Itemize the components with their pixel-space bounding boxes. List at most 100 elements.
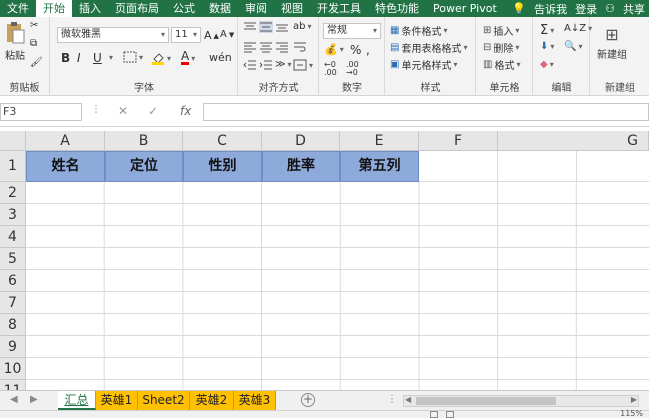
grow-font-icon[interactable]: A ▲ <box>204 29 219 42</box>
font-color-icon[interactable]: A ▾ <box>181 50 195 65</box>
number-format-select[interactable]: 常规 ▾ <box>323 23 381 39</box>
sort-filter-icon[interactable]: A↓Z ▾ <box>564 23 592 34</box>
italic-button[interactable]: I <box>77 51 81 65</box>
cell-b1[interactable]: 定位 <box>105 151 183 182</box>
underline-dropdown-icon[interactable]: ▾ <box>109 53 113 62</box>
row-header-5[interactable]: 5 <box>0 248 26 270</box>
align-left-icon[interactable] <box>243 41 257 53</box>
font-name-select[interactable]: 微软雅黑 ▾ <box>57 27 169 43</box>
row-header-7[interactable]: 7 <box>0 292 26 314</box>
zoom-level[interactable]: 115% <box>620 409 643 418</box>
enter-icon[interactable]: ✓ <box>148 104 158 118</box>
cell-c1[interactable]: 性别 <box>183 151 262 182</box>
underline-button[interactable]: U <box>93 51 102 65</box>
borders-icon[interactable]: ▾ <box>123 51 143 63</box>
increase-indent-icon[interactable] <box>259 59 273 71</box>
increase-decimal-icon[interactable]: ←0.00 <box>324 61 337 77</box>
align-center-icon[interactable] <box>259 41 273 53</box>
decrease-decimal-icon[interactable]: .00 →0 <box>346 61 359 77</box>
tab-power-pivot[interactable]: Power Pivot <box>426 0 504 17</box>
horizontal-scrollbar[interactable]: ◀ ▶ <box>403 395 639 407</box>
normal-view-icon[interactable] <box>430 411 438 418</box>
tab-features[interactable]: 特色功能 <box>368 0 426 17</box>
copy-icon[interactable]: ⧉ <box>30 38 37 49</box>
conditional-format-button[interactable]: ▦ 条件格式 ▾ <box>390 23 447 38</box>
row-header-6[interactable]: 6 <box>0 270 26 292</box>
format-as-table-button[interactable]: ▤ 套用表格格式 ▾ <box>390 40 467 55</box>
page-layout-icon[interactable] <box>446 411 454 418</box>
format-cells-button[interactable]: ▥ 格式 ▾ <box>483 57 520 72</box>
row-header-8[interactable]: 8 <box>0 314 26 336</box>
wrap-text-icon[interactable] <box>293 41 307 53</box>
row-header-2[interactable]: 2 <box>0 182 26 204</box>
sheet-tab-hero3[interactable]: 英雄3 <box>234 391 276 410</box>
cell-d1[interactable]: 胜率 <box>262 151 340 182</box>
sheet-tab-hero2[interactable]: 英雄2 <box>190 391 234 410</box>
comma-style-icon[interactable]: , <box>366 43 370 57</box>
row-header-10[interactable]: 10 <box>0 358 26 380</box>
tab-view[interactable]: 视图 <box>274 0 310 17</box>
paste-button[interactable]: 粘贴 <box>4 21 26 62</box>
sheet-tab-hero1[interactable]: 英雄1 <box>96 391 138 410</box>
newgroup-button[interactable]: ⊞ 新建组 <box>597 25 627 61</box>
tab-page-layout[interactable]: 页面布局 <box>108 0 166 17</box>
column-header-a[interactable]: A <box>26 131 105 151</box>
share-button[interactable]: 共享 <box>619 1 649 17</box>
tab-file[interactable]: 文件 <box>0 0 36 17</box>
tab-scroll-left-icon[interactable]: ◀ <box>10 394 18 405</box>
orientation-icon[interactable]: ab ▾ <box>293 21 312 32</box>
align-top-icon[interactable] <box>243 21 257 33</box>
tab-review[interactable]: 审阅 <box>238 0 274 17</box>
shrink-font-icon[interactable]: A ▼ <box>220 29 234 40</box>
delete-cells-button[interactable]: ⊟ 删除 ▾ <box>483 40 519 55</box>
column-header-b[interactable]: B <box>105 131 183 151</box>
orientation-angle-icon[interactable]: ≫ ▾ <box>275 59 291 70</box>
bold-button[interactable]: B <box>61 51 70 65</box>
login-link[interactable]: 登录 <box>571 1 601 17</box>
cell-a1[interactable]: 姓名 <box>26 151 105 182</box>
align-right-icon[interactable] <box>275 41 289 53</box>
decrease-indent-icon[interactable] <box>243 59 257 71</box>
select-all-corner[interactable] <box>0 131 26 151</box>
row-header-3[interactable]: 3 <box>0 204 26 226</box>
cut-icon[interactable]: ✂ <box>30 20 38 31</box>
row1-empty-cells[interactable] <box>419 151 649 182</box>
align-middle-icon[interactable] <box>259 21 273 33</box>
scroll-left-icon[interactable]: ◀ <box>405 395 411 404</box>
tab-formulas[interactable]: 公式 <box>166 0 202 17</box>
clear-icon[interactable]: ◆ ▾ <box>540 59 554 70</box>
align-bottom-icon[interactable] <box>275 21 289 33</box>
tab-split-dots-icon[interactable]: ⋮ <box>387 394 397 405</box>
column-header-d[interactable]: D <box>262 131 340 151</box>
tell-me-input[interactable]: 告诉我 <box>530 1 571 17</box>
fill-color-icon[interactable]: ▾ <box>151 51 171 65</box>
formula-input[interactable] <box>203 103 649 121</box>
name-box[interactable]: F3 <box>0 103 82 121</box>
autosum-icon[interactable]: Σ ▾ <box>540 23 554 38</box>
format-painter-icon[interactable]: 🖌 <box>30 57 43 68</box>
tab-scroll-right-icon[interactable]: ▶ <box>30 394 38 405</box>
cell-styles-button[interactable]: ▣ 单元格样式 ▾ <box>390 57 457 72</box>
column-header-g[interactable]: G <box>498 131 649 151</box>
merge-center-icon[interactable]: ▾ <box>293 59 313 71</box>
row-header-11[interactable]: 11 <box>0 380 26 390</box>
column-header-c[interactable]: C <box>183 131 262 151</box>
cell-area[interactable] <box>26 182 649 390</box>
insert-function-icon[interactable]: fx <box>180 104 191 118</box>
tab-insert[interactable]: 插入 <box>72 0 108 17</box>
insert-cells-button[interactable]: ⊞ 插入 ▾ <box>483 23 519 38</box>
scroll-right-icon[interactable]: ▶ <box>631 395 637 404</box>
phonetic-icon[interactable]: wén <box>209 51 232 64</box>
tab-data[interactable]: 数据 <box>202 0 238 17</box>
tab-developer[interactable]: 开发工具 <box>310 0 368 17</box>
column-header-f[interactable]: F <box>419 131 498 151</box>
scroll-thumb[interactable] <box>416 397 556 405</box>
row-header-4[interactable]: 4 <box>0 226 26 248</box>
sheet-tab-sheet2[interactable]: Sheet2 <box>138 391 190 410</box>
cell-e1[interactable]: 第五列 <box>340 151 419 182</box>
add-sheet-icon[interactable]: + <box>301 393 315 407</box>
sheet-tab-summary[interactable]: 汇总 <box>58 391 96 410</box>
row-header-9[interactable]: 9 <box>0 336 26 358</box>
column-header-e[interactable]: E <box>340 131 419 151</box>
accounting-format-icon[interactable]: 💰 ▾ <box>324 43 344 56</box>
